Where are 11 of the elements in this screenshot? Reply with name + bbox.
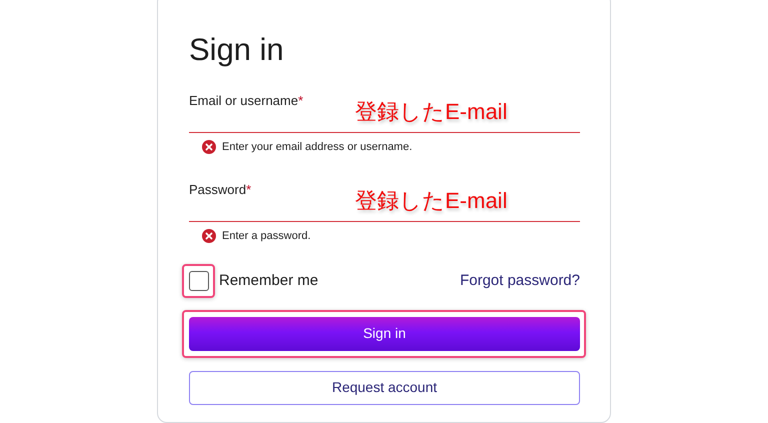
- field-label: Password*: [189, 182, 252, 198]
- annotation-text: 登録したE-mail: [355, 99, 508, 126]
- page-title: Sign in: [189, 33, 285, 68]
- error-message: Enter a password.: [222, 228, 311, 244]
- request-account-button[interactable]: Request account: [189, 370, 580, 405]
- checkbox-label: Remember me: [219, 271, 318, 292]
- forgot-password-link[interactable]: Forgot password?: [460, 270, 580, 293]
- field-label: Email or username*: [189, 93, 304, 110]
- error-message: Enter your email address or username.: [222, 140, 412, 156]
- annotation-text: 登録したE-mail: [355, 188, 508, 214]
- sign-in-button[interactable]: Sign in: [189, 316, 580, 351]
